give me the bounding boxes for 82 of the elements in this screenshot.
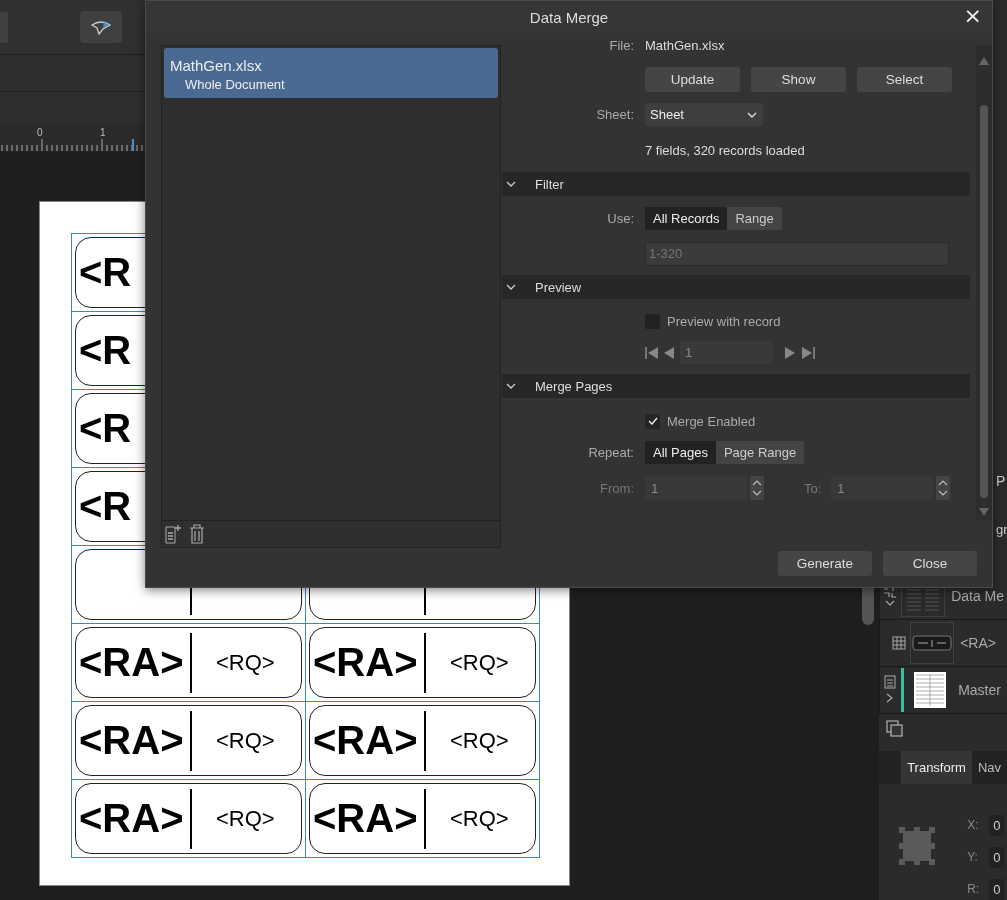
field-label: To:: [804, 480, 822, 496]
field-text: <RQ>: [216, 649, 275, 676]
section-header[interactable]: Merge Pages: [502, 374, 970, 398]
first-record-icon[interactable]: [645, 345, 659, 360]
status-text: 7 fields, 320 records loaded: [645, 143, 805, 158]
window-title: Data Merge: [529, 8, 609, 26]
field-text: <R: [79, 250, 133, 295]
file-button[interactable]: Update: [645, 66, 740, 92]
chevron-icon: [506, 181, 516, 187]
field-text: <RA>: [313, 718, 419, 763]
field-text: <RQ>: [216, 727, 275, 754]
source-item[interactable]: MathGen.xlsx Whole Document: [164, 48, 498, 98]
section-header[interactable]: Filter: [502, 172, 970, 196]
segment-button[interactable]: Page Range: [715, 441, 805, 464]
field-label: Y:: [967, 850, 979, 864]
section-header[interactable]: Preview: [502, 275, 970, 299]
file-button[interactable]: Select: [857, 66, 952, 92]
delete-icon[interactable]: [189, 524, 205, 544]
field-label: Use:: [606, 211, 634, 226]
toolbar-button[interactable]: [80, 11, 122, 43]
segment-button[interactable]: Range: [727, 207, 782, 230]
ruler-number: 1: [100, 127, 106, 138]
sheet-dropdown[interactable]: Sheet: [645, 103, 763, 126]
file-name: MathGen.xlsx: [645, 37, 725, 53]
field-label: File:: [608, 37, 634, 53]
panel-text: gr: [996, 522, 1007, 537]
dialog-button[interactable]: Close: [883, 551, 977, 576]
chevron-down-icon: [747, 111, 757, 118]
value-field[interactable]: 0: [989, 846, 1005, 868]
last-record-icon[interactable]: [801, 345, 815, 360]
file-button[interactable]: Show: [751, 66, 846, 92]
segment-button[interactable]: All Records: [645, 207, 728, 230]
field-text: <RQ>: [450, 805, 509, 832]
field-text: <RA>: [79, 640, 185, 685]
scroll-up-icon[interactable]: [979, 57, 989, 65]
table-icon: [892, 636, 907, 650]
field-text: <R: [79, 328, 133, 373]
field-text: <RA>: [313, 796, 419, 841]
layer-row[interactable]: <RA>: [879, 620, 1007, 667]
panel-tab[interactable]: Nav: [971, 751, 1007, 784]
selection-box-icon: [899, 827, 936, 865]
close-button[interactable]: ×: [959, 4, 986, 28]
field-text: <RQ>: [216, 805, 275, 832]
copy-icon[interactable]: [886, 720, 905, 738]
field-text: <RA>: [79, 796, 185, 841]
panel-tab[interactable]: Transform: [901, 751, 972, 784]
chevron-icon: [506, 383, 516, 389]
layer-name: <RA>: [960, 635, 996, 651]
source-name: MathGen.xlsx: [170, 57, 263, 74]
next-record-icon[interactable]: [785, 345, 796, 360]
field-label: Repeat:: [587, 445, 634, 460]
layer-thumbnail: [910, 622, 955, 664]
scrollbar-thumb[interactable]: [980, 105, 988, 498]
value-field[interactable]: 0: [989, 878, 1005, 900]
field-label: Sheet:: [595, 107, 634, 122]
segment-button[interactable]: All Pages: [645, 441, 716, 464]
field-text: <R: [79, 406, 133, 451]
field-text: <RA>: [313, 640, 419, 685]
panel-text: P: [996, 473, 1006, 489]
source-scope: Whole Document: [185, 77, 286, 92]
scroll-down-icon[interactable]: [979, 508, 989, 516]
layer-row[interactable]: Master: [879, 667, 1007, 714]
field-text: <R: [79, 484, 133, 529]
checkbox-label: Preview with record: [667, 313, 781, 329]
field-text: <RQ>: [450, 727, 509, 754]
value-field[interactable]: 0: [989, 814, 1005, 836]
field-label: R:: [967, 882, 981, 896]
dialog-button[interactable]: Generate: [778, 551, 872, 576]
document-icon: [883, 675, 898, 705]
ruler-number: 0: [37, 127, 43, 138]
add-document-icon[interactable]: [165, 524, 183, 544]
chevron-icon: [506, 284, 516, 290]
layer-name: Master: [958, 682, 1001, 698]
checkbox[interactable]: [645, 413, 660, 429]
layer-name: Data Me: [951, 588, 1005, 604]
field-text: <RA>: [79, 718, 185, 763]
field-label: X:: [967, 818, 980, 832]
previous-record-icon[interactable]: [663, 345, 674, 360]
field-text: <RQ>: [450, 649, 509, 676]
field-label: From:: [599, 480, 634, 496]
gauge-icon: [90, 19, 112, 35]
checkbox-label: Merge Enabled: [667, 413, 756, 429]
